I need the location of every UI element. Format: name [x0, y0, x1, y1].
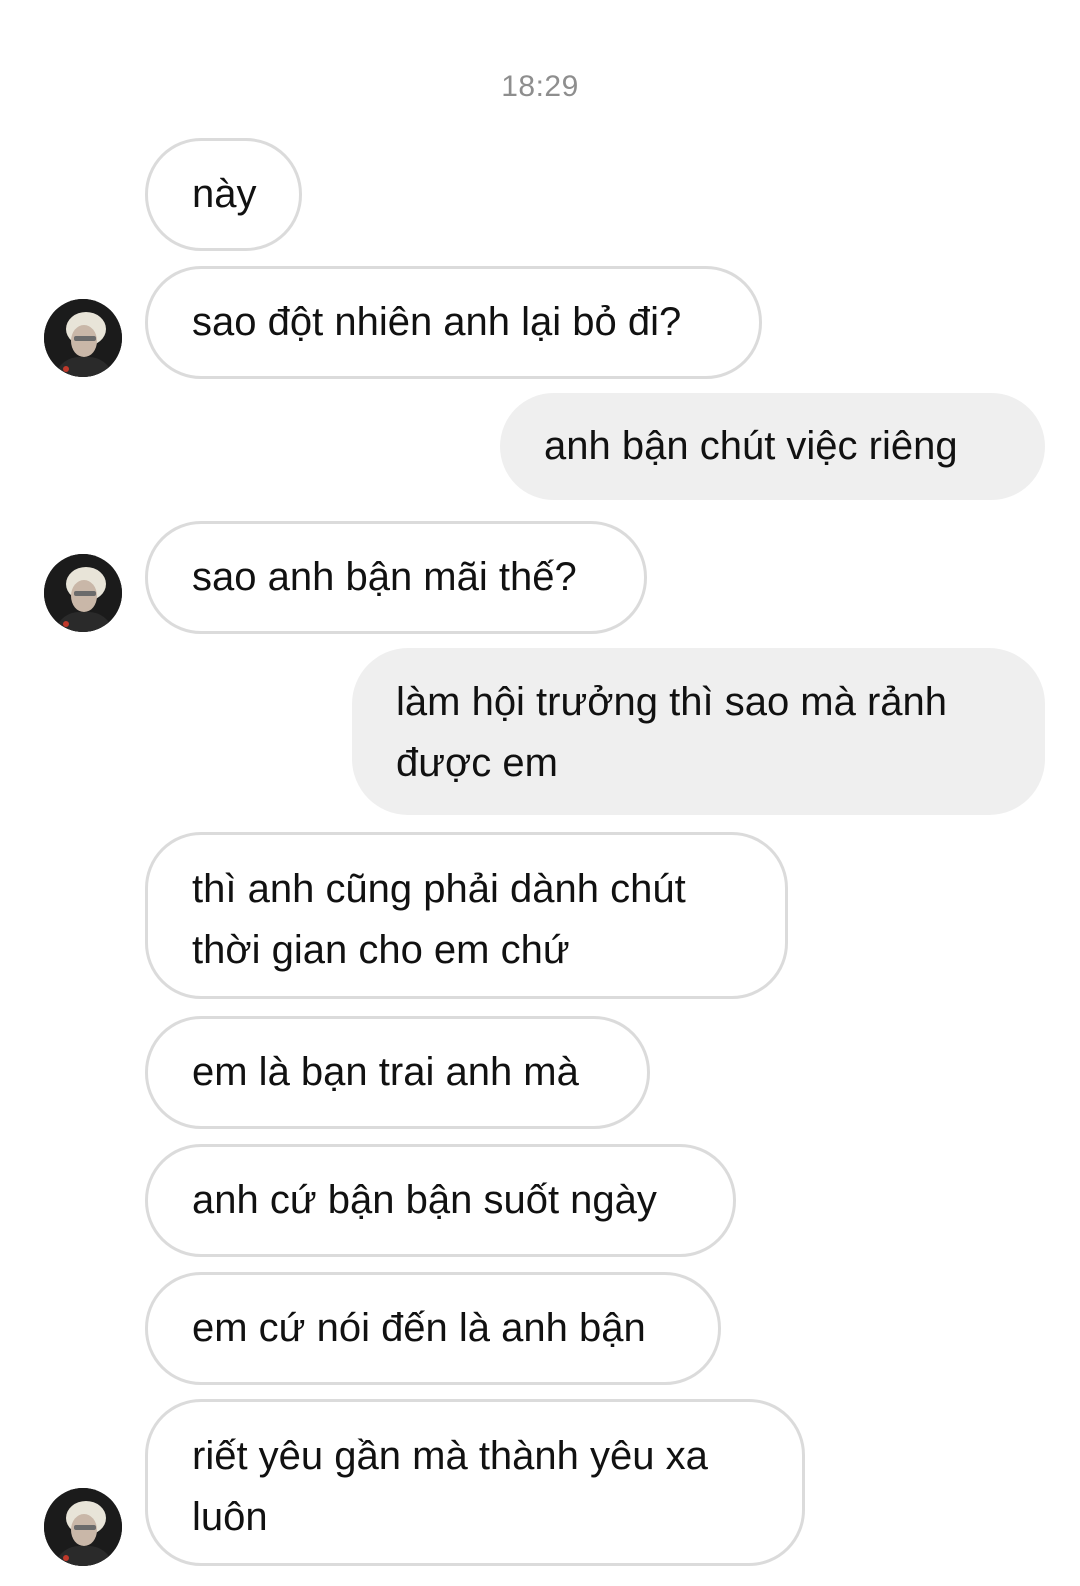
contact-avatar-icon[interactable] — [44, 554, 122, 632]
incoming-message-bubble[interactable]: riết yêu gần mà thành yêu xa luôn — [145, 1399, 805, 1566]
incoming-message-bubble[interactable]: thì anh cũng phải dành chút thời gian ch… — [145, 832, 788, 999]
incoming-message-bubble[interactable]: sao đột nhiên anh lại bỏ đi? — [145, 266, 762, 379]
contact-avatar-icon[interactable] — [44, 299, 122, 377]
incoming-message-bubble[interactable]: này — [145, 138, 302, 251]
outgoing-message-bubble[interactable]: anh bận chút việc riêng — [500, 393, 1045, 500]
outgoing-message-bubble[interactable]: làm hội trưởng thì sao mà rảnh được em — [352, 648, 1045, 815]
message-timestamp: 18:29 — [501, 70, 579, 103]
contact-avatar-icon[interactable] — [44, 1488, 122, 1566]
incoming-message-bubble[interactable]: em là bạn trai anh mà — [145, 1016, 650, 1129]
incoming-message-bubble[interactable]: anh cứ bận bận suốt ngày — [145, 1144, 736, 1257]
incoming-message-bubble[interactable]: sao anh bận mãi thế? — [145, 521, 647, 634]
incoming-message-bubble[interactable]: em cứ nói đến là anh bận — [145, 1272, 721, 1385]
